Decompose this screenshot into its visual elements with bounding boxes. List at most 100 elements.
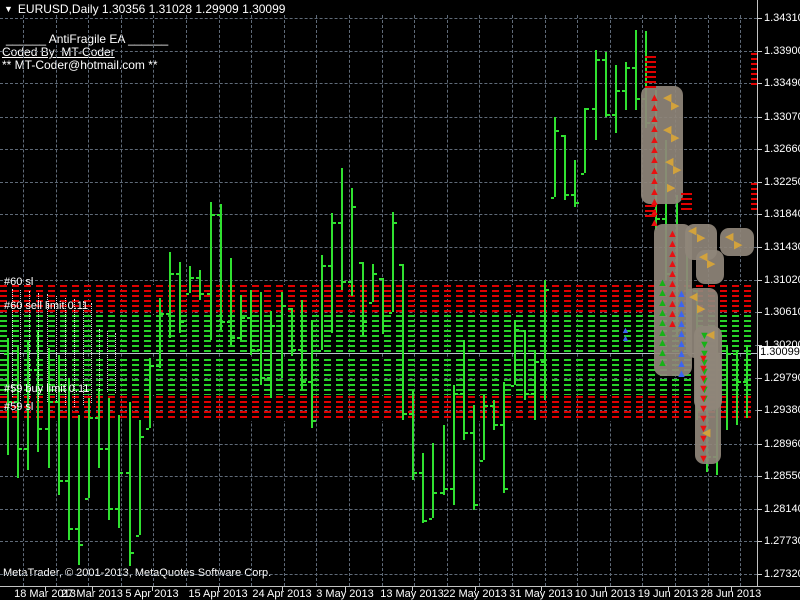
open-tick [75, 528, 78, 530]
open-tick [85, 498, 88, 500]
order-level-band-red [0, 396, 755, 421]
price-axis-tick [758, 444, 762, 445]
open-tick [571, 194, 574, 196]
time-axis[interactable]: 18 Mar 201327 Mar 20135 Apr 201315 Apr 2… [0, 586, 800, 600]
open-tick [4, 353, 7, 355]
gold-order-arrow-icon[interactable]: ▶ [697, 233, 705, 244]
close-tick [212, 214, 215, 216]
price-axis-tick [758, 280, 762, 281]
order-level-label[interactable]: #59 buy limit 0.11 [4, 383, 89, 395]
open-tick [55, 401, 58, 403]
close-tick [283, 305, 286, 307]
horizontal-gridline [0, 83, 757, 84]
ohlc-bar [392, 212, 394, 312]
time-axis-label: 27 Mar 2013 [61, 588, 123, 600]
open-tick [480, 460, 483, 462]
close-tick [475, 504, 478, 506]
open-tick [247, 317, 250, 319]
open-tick [662, 218, 665, 220]
open-tick [24, 448, 27, 450]
gold-order-arrow-icon[interactable]: ◀ [706, 330, 714, 341]
stop-level-dash [645, 81, 656, 83]
ohlc-bar [554, 117, 556, 197]
close-tick [50, 401, 53, 403]
time-axis-label: 5 Apr 2013 [125, 588, 178, 600]
open-tick [156, 365, 159, 367]
ohlc-bar [270, 311, 272, 398]
gold-order-arrow-icon[interactable]: ◀ [689, 292, 697, 303]
open-tick [237, 337, 240, 339]
chart-area[interactable]: ▼EURUSD,Daily 1.30356 1.31028 1.29909 1.… [0, 0, 757, 586]
time-axis-label: 3 May 2013 [316, 588, 373, 600]
ohlc-bar [544, 280, 546, 400]
trade-arrow-icon[interactable]: ▼ [698, 454, 709, 465]
price-axis-tick [758, 509, 762, 510]
stop-level-dash [681, 203, 692, 205]
open-tick [409, 413, 412, 415]
close-tick [748, 353, 751, 355]
close-tick [70, 528, 73, 530]
ohlc-bar [331, 213, 333, 333]
order-level-label[interactable]: #59 sl [4, 401, 33, 413]
close-tick [262, 377, 265, 379]
open-tick [632, 67, 635, 69]
symbol-dropdown-icon[interactable]: ▼ [4, 4, 13, 14]
trade-arrow-icon[interactable]: ▲ [676, 369, 687, 380]
ohlc-bar [7, 338, 9, 455]
gold-order-arrow-icon[interactable]: ▶ [667, 183, 675, 194]
price-axis-tick [758, 51, 762, 52]
order-label-column [91, 303, 92, 403]
ohlc-bar [88, 398, 90, 498]
open-tick [166, 313, 169, 315]
price-axis[interactable]: 1.343101.339001.334901.330701.326601.322… [757, 0, 800, 586]
gold-order-arrow-icon[interactable]: ▶ [707, 259, 715, 270]
close-tick [303, 381, 306, 383]
open-tick [105, 448, 108, 450]
gold-order-arrow-icon[interactable]: ◀ [702, 428, 710, 439]
ohlc-bar [291, 308, 293, 356]
close-tick [394, 222, 397, 224]
gold-order-arrow-icon[interactable]: ▶ [671, 133, 679, 144]
time-axis-label: 10 Jun 2013 [575, 588, 636, 600]
ohlc-bar [301, 300, 303, 390]
ohlc-bar [118, 415, 120, 528]
gold-order-arrow-icon[interactable]: ▶ [671, 101, 679, 112]
open-tick [561, 135, 564, 137]
gold-order-arrow-icon[interactable]: ▶ [673, 165, 681, 176]
close-tick [293, 349, 296, 351]
ohlc-bar [281, 292, 283, 378]
close-tick [39, 428, 42, 430]
order-level-label[interactable]: #60 sl [4, 276, 33, 288]
close-tick [272, 325, 275, 327]
close-tick [313, 420, 316, 422]
close-tick [576, 202, 579, 204]
ohlc-bar [149, 358, 151, 428]
mt4-chart-window: ▼EURUSD,Daily 1.30356 1.31028 1.29909 1.… [0, 0, 800, 600]
gold-order-arrow-icon[interactable]: ◀ [688, 226, 696, 237]
trade-arrow-icon[interactable]: ▲ [657, 358, 668, 369]
close-tick [151, 365, 154, 367]
ohlc-bar [159, 298, 161, 368]
trade-arrow-icon[interactable]: ▲ [649, 218, 660, 229]
ohlc-bar [443, 425, 445, 495]
price-axis-tick [758, 149, 762, 150]
close-tick [516, 329, 519, 331]
trade-arrow-icon[interactable]: ▲ [621, 334, 630, 343]
horizontal-gridline [0, 509, 757, 510]
close-tick [374, 273, 377, 275]
close-tick [242, 317, 245, 319]
close-tick [110, 508, 113, 510]
gold-order-arrow-icon[interactable]: ◀ [725, 232, 733, 243]
open-tick [743, 381, 746, 383]
horizontal-gridline [0, 51, 757, 52]
order-label-column [99, 329, 100, 391]
gold-order-arrow-icon[interactable]: ▶ [697, 304, 705, 315]
gold-order-arrow-icon[interactable]: ▶ [734, 240, 742, 251]
ohlc-bar [726, 345, 728, 430]
horizontal-gridline [0, 247, 757, 248]
price-axis-label: 1.33070 [764, 111, 800, 123]
close-tick [586, 108, 589, 110]
ohlc-bar [493, 400, 495, 430]
order-level-label[interactable]: #60 sell limit 0.11 [4, 300, 88, 312]
price-axis-label: 1.28960 [764, 438, 800, 450]
